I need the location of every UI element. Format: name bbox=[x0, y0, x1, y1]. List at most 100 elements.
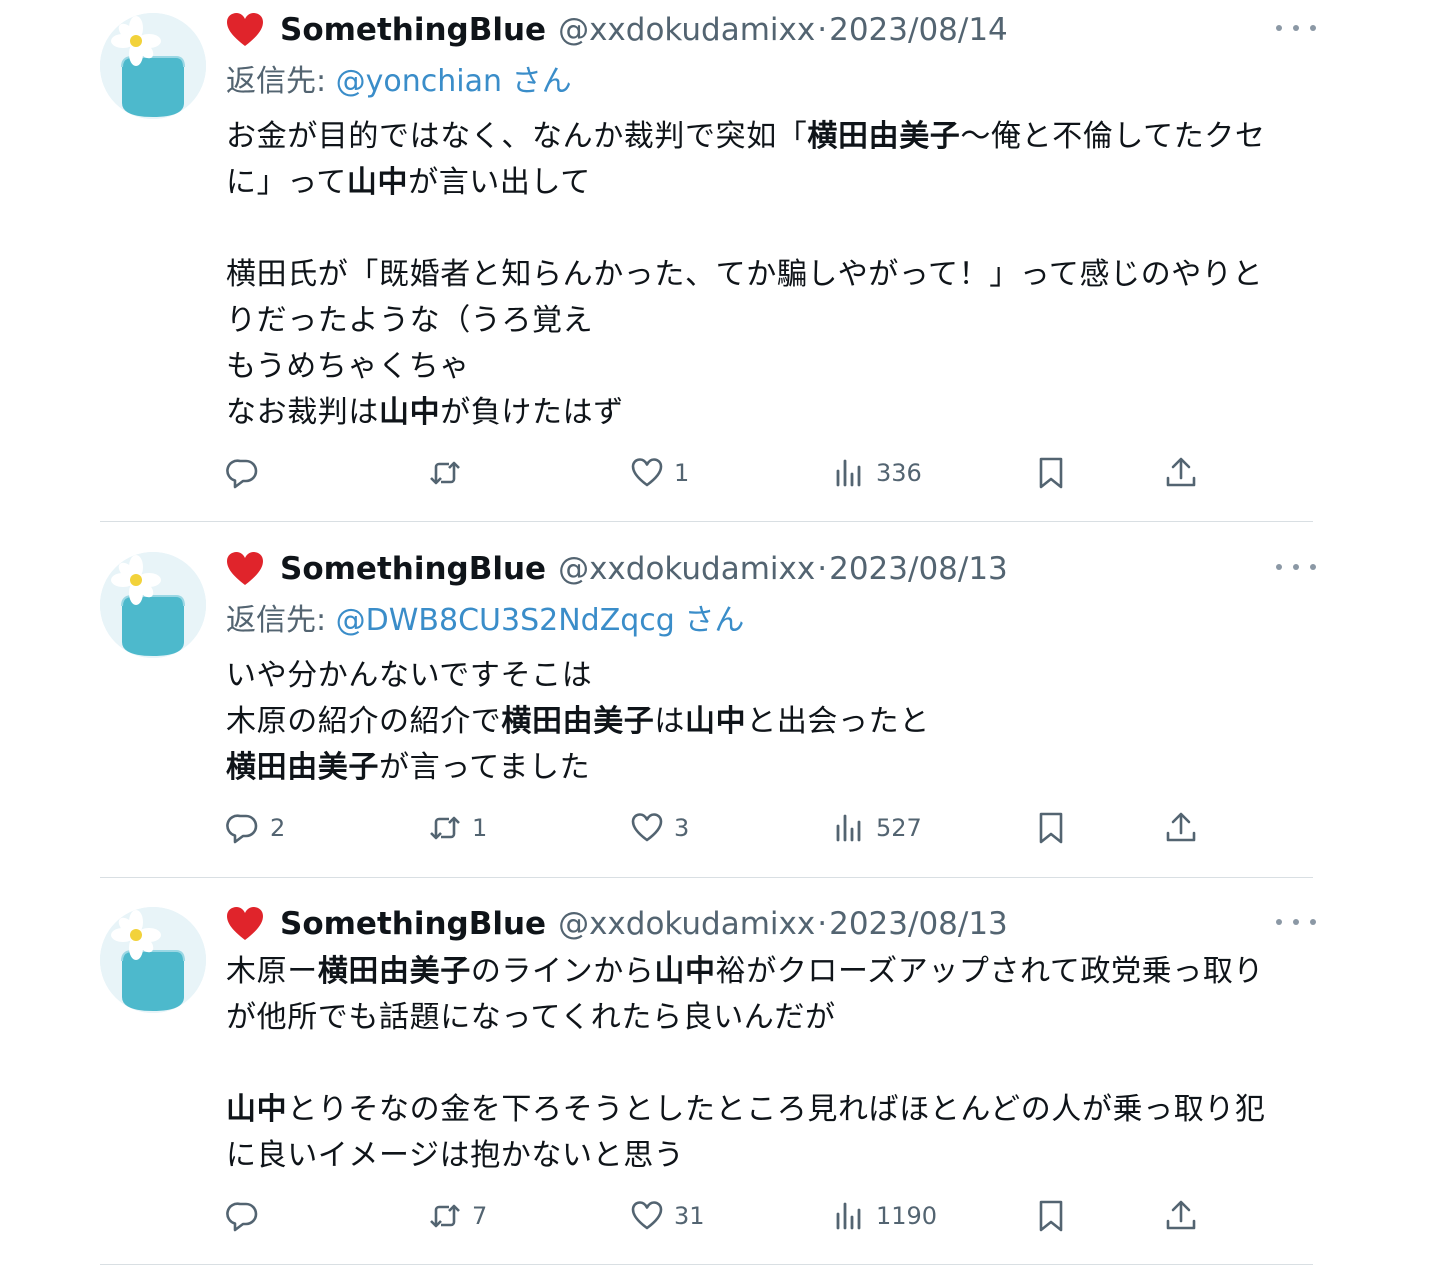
text-segment: もうめちゃくちゃ bbox=[226, 349, 470, 384]
bold-keyword: 横田由美子 bbox=[807, 119, 961, 154]
user-handle[interactable]: @xxdokudamixx bbox=[558, 551, 815, 587]
text-segment: 木原ー bbox=[226, 954, 318, 989]
text-segment: が言ってました bbox=[379, 750, 591, 785]
tweet-text-line: が他所でも話題になってくれたら良いんだが bbox=[226, 995, 1316, 1041]
share-button[interactable] bbox=[1164, 453, 1198, 493]
like-button[interactable]: 1 bbox=[630, 453, 689, 493]
tweet-text-line: なお裁判は山中が負けたはず bbox=[226, 390, 1316, 436]
reply-to-line: 返信先: @yonchian さん bbox=[226, 56, 572, 100]
bold-keyword: 山中 bbox=[654, 954, 716, 989]
separator-dot: · bbox=[817, 12, 828, 48]
display-name[interactable]: SomethingBlue bbox=[280, 12, 546, 48]
retweet-button[interactable]: 7 bbox=[428, 1196, 487, 1236]
heart-outline-icon bbox=[630, 811, 664, 845]
bookmark-button[interactable] bbox=[1034, 1196, 1068, 1236]
reply-button[interactable] bbox=[226, 1196, 260, 1236]
tweet-text: いや分かんないですそこは 木原の紹介の紹介で横田由美子は山中と出会ったと 横田由美子… bbox=[226, 653, 1316, 791]
reply-mention-link[interactable]: @DWB8CU3S2NdZqcg bbox=[336, 603, 675, 638]
text-segment: が言い出して bbox=[408, 165, 591, 200]
avatar[interactable] bbox=[100, 13, 206, 119]
tweet-date[interactable]: 2023/08/14 bbox=[829, 12, 1008, 48]
tweet-text-line: いや分かんないですそこは bbox=[226, 653, 1316, 699]
bold-keyword: 山中 bbox=[346, 165, 409, 200]
text-segment: のラインから bbox=[470, 954, 655, 989]
retweet-button[interactable]: 1 bbox=[428, 808, 487, 848]
separator-dot: · bbox=[817, 551, 828, 587]
divider bbox=[100, 877, 1313, 878]
avatar[interactable] bbox=[100, 907, 206, 1013]
divider bbox=[100, 521, 1313, 522]
tweet-actions: 7 31 1190 bbox=[0, 1196, 1441, 1236]
display-name[interactable]: SomethingBlue bbox=[280, 551, 546, 587]
display-name[interactable]: SomethingBlue bbox=[280, 906, 546, 942]
views-button[interactable]: 336 bbox=[832, 453, 922, 493]
text-segment: 〜俺と不倫してたクセ bbox=[960, 119, 1266, 154]
bold-keyword: 横田由美子 bbox=[226, 750, 379, 785]
views-button[interactable]: 1190 bbox=[832, 1196, 937, 1236]
more-dots-icon[interactable] bbox=[1276, 18, 1316, 38]
more-dots-icon[interactable] bbox=[1276, 557, 1316, 577]
like-button[interactable]: 31 bbox=[630, 1196, 705, 1236]
share-upload-icon bbox=[1164, 1199, 1198, 1233]
text-segment: 裕がクローズアップされて政党乗っ取り bbox=[715, 954, 1265, 989]
red-heart-emoji bbox=[227, 552, 263, 585]
bookmark-button[interactable] bbox=[1034, 453, 1068, 493]
heart-outline-icon bbox=[630, 456, 664, 490]
tweet-text-line: 木原ー横田由美子のラインから山中裕がクローズアップされて政党乗っ取り bbox=[226, 949, 1316, 995]
text-segment: に良いイメージは抱かないと思う bbox=[226, 1138, 685, 1173]
text-segment: が負けたはず bbox=[440, 395, 624, 430]
red-heart-emoji bbox=[227, 13, 263, 46]
like-count: 3 bbox=[674, 814, 690, 842]
tweet-text-line: に」って山中が言い出して bbox=[226, 160, 1316, 206]
reply-label: 返信先: bbox=[226, 64, 327, 99]
tweet-date[interactable]: 2023/08/13 bbox=[829, 551, 1008, 587]
tweet-text-line: 木原の紹介の紹介で横田由美子は山中と出会ったと bbox=[226, 699, 1316, 745]
share-button[interactable] bbox=[1164, 1196, 1198, 1236]
bold-keyword: 山中 bbox=[685, 704, 747, 739]
tweet-text-line: 横田由美子が言ってました bbox=[226, 745, 1316, 791]
tweet-text: お金が目的ではなく、なんか裁判で突如「横田由美子〜俺と不倫してたクセ に」って山中… bbox=[226, 114, 1316, 436]
bar-chart-icon bbox=[832, 456, 866, 490]
text-segment: と出会ったと bbox=[746, 704, 930, 739]
views-count: 527 bbox=[876, 814, 922, 842]
reply-bubble-icon bbox=[226, 1199, 260, 1233]
reply-button[interactable] bbox=[226, 453, 260, 493]
text-segment: に」って bbox=[226, 165, 347, 200]
text-segment: いや分かんないですそこは bbox=[226, 658, 593, 693]
text-segment: 横田氏が「既婚者と知らんかった、てか騙しやがって！」って感じのやりと bbox=[226, 257, 1264, 292]
retweet-icon bbox=[428, 811, 462, 845]
tweet-actions: 2 1 3 527 bbox=[0, 808, 1441, 848]
reply-to-line: 返信先: @DWB8CU3S2NdZqcg さん bbox=[226, 595, 744, 639]
tweet-text-line: に良いイメージは抱かないと思う bbox=[226, 1133, 1316, 1179]
tweet-text-line bbox=[226, 1041, 1316, 1087]
tweet-date[interactable]: 2023/08/13 bbox=[829, 906, 1008, 942]
reply-button[interactable]: 2 bbox=[226, 808, 285, 848]
reply-mention-link[interactable]: @yonchian bbox=[336, 64, 502, 99]
reply-label: 返信先: bbox=[226, 603, 327, 638]
reply-suffix: さん bbox=[684, 603, 745, 638]
bold-keyword: 横田由美子 bbox=[317, 954, 471, 989]
tweet-actions: 1 336 bbox=[0, 453, 1441, 493]
bold-keyword: 山中 bbox=[379, 395, 441, 430]
avatar[interactable] bbox=[100, 552, 206, 658]
tweet-text: 木原ー横田由美子のラインから山中裕がクローズアップされて政党乗っ取り が他所でも話… bbox=[226, 949, 1316, 1179]
reply-bubble-icon bbox=[226, 456, 260, 490]
views-button[interactable]: 527 bbox=[832, 808, 922, 848]
tweet-header: SomethingBlue @xxdokudamixx · 2023/08/14 bbox=[226, 8, 1008, 52]
share-button[interactable] bbox=[1164, 808, 1198, 848]
bookmark-button[interactable] bbox=[1034, 808, 1068, 848]
like-button[interactable]: 3 bbox=[630, 808, 689, 848]
reply-suffix: さん bbox=[511, 64, 572, 99]
retweet-count: 7 bbox=[472, 1202, 488, 1230]
user-handle[interactable]: @xxdokudamixx bbox=[558, 906, 815, 942]
divider bbox=[100, 1264, 1313, 1265]
bookmark-icon bbox=[1034, 456, 1068, 490]
more-dots-icon[interactable] bbox=[1276, 912, 1316, 932]
user-handle[interactable]: @xxdokudamixx bbox=[558, 12, 815, 48]
like-count: 1 bbox=[674, 459, 690, 487]
tweet-text-line: りだったような（うろ覚え bbox=[226, 298, 1316, 344]
separator-dot: · bbox=[817, 906, 828, 942]
text-segment: 木原の紹介の紹介で bbox=[226, 704, 502, 739]
views-count: 336 bbox=[876, 459, 922, 487]
retweet-button[interactable] bbox=[428, 453, 462, 493]
